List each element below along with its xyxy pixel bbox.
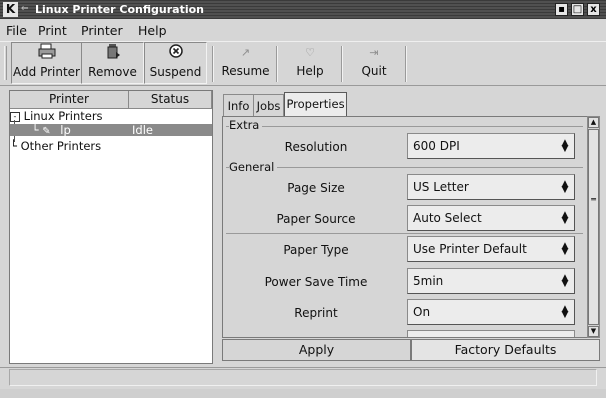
trash-icon: [82, 43, 143, 64]
help-label: Help: [296, 64, 324, 78]
printer-name: lp: [60, 123, 71, 137]
resume-label: Resume: [221, 64, 270, 78]
page-size-label: Page Size: [287, 181, 345, 195]
page-size-value: US Letter: [413, 180, 469, 194]
resolution-select[interactable]: 600 DPI ▲ ▼: [407, 133, 575, 159]
add-printer-button[interactable]: Add Printer: [11, 42, 82, 84]
remove-button[interactable]: Remove: [81, 42, 144, 84]
scroll-up-arrow-icon[interactable]: ▲: [588, 117, 599, 128]
window-bottom-border[interactable]: [0, 389, 606, 398]
maximize-icon[interactable]: □: [571, 3, 584, 16]
column-header-printer[interactable]: Printer: [10, 91, 129, 109]
resolution-value: 600 DPI: [413, 139, 460, 153]
scroll-down-arrow-icon[interactable]: ▼: [588, 326, 599, 337]
column-header-status[interactable]: Status: [129, 91, 212, 109]
printer-status: Idle: [132, 123, 153, 137]
suspend-button[interactable]: Suspend: [144, 42, 207, 84]
factory-defaults-button[interactable]: Factory Defaults: [411, 339, 600, 361]
add-printer-label: Add Printer: [13, 65, 80, 79]
toolbar-separator: [276, 46, 278, 82]
help-icon: ♡: [305, 46, 315, 59]
kde-logo-icon[interactable]: K: [3, 2, 18, 17]
updown-arrow-icon: ▲ ▼: [561, 138, 569, 154]
power-save-time-value: 5min: [413, 274, 444, 288]
tab-properties[interactable]: Properties: [284, 92, 347, 117]
menu-file[interactable]: File: [6, 24, 27, 38]
tree-row-printer[interactable]: └ ✎ lp Idle: [10, 123, 212, 137]
apply-button[interactable]: Apply: [222, 339, 411, 361]
resolution-label: Resolution: [284, 140, 348, 154]
tab-info[interactable]: Info: [223, 94, 254, 116]
remove-label: Remove: [88, 65, 137, 79]
printer-icon: [12, 43, 81, 64]
tree-group-label: Other Printers: [20, 139, 102, 153]
resume-arrow-icon: ↗: [240, 46, 251, 59]
updown-arrow-icon: ▲ ▼: [561, 273, 569, 289]
suspend-icon: [145, 43, 206, 64]
reprint-value: On: [413, 305, 431, 319]
quit-label: Quit: [361, 64, 387, 78]
tab-jobs[interactable]: Jobs: [253, 94, 284, 116]
quit-arrow-icon: ⇥: [369, 46, 379, 59]
printer-small-icon: ✎: [42, 126, 51, 137]
paper-source-label: Paper Source: [276, 212, 356, 226]
power-save-time-label: Power Save Time: [264, 275, 368, 289]
updown-arrow-icon: ▲ ▼: [561, 241, 569, 257]
tree-group-label: Linux Printers: [23, 109, 103, 123]
updown-arrow-icon: ▲ ▼: [561, 304, 569, 320]
group-general-label: General: [229, 161, 278, 173]
minimize-icon[interactable]: ▪: [555, 3, 568, 16]
toolbar-grip[interactable]: [4, 46, 7, 80]
paper-source-value: Auto Select: [413, 211, 482, 225]
updown-arrow-icon: ▲ ▼: [561, 179, 569, 195]
partial-select[interactable]: [407, 330, 575, 337]
toolbar-separator: [405, 46, 407, 82]
group-border: [226, 233, 583, 234]
paper-source-select[interactable]: Auto Select ▲ ▼: [407, 205, 575, 231]
power-save-time-select[interactable]: 5min ▲ ▼: [407, 268, 575, 294]
group-border: [226, 126, 583, 127]
reprint-label: Reprint: [294, 306, 338, 320]
paper-type-value: Use Printer Default: [413, 242, 527, 256]
status-field: [9, 369, 597, 386]
scroll-thumb[interactable]: ═: [588, 129, 599, 325]
resume-button[interactable]: ↗ Resume: [218, 42, 273, 84]
help-button[interactable]: ♡ Help: [282, 42, 338, 84]
tree-group-other-printers[interactable]: └ Other Printers: [10, 140, 212, 152]
menu-print[interactable]: Print: [38, 24, 67, 38]
window-title: Linux Printer Configuration: [35, 3, 205, 16]
suspend-label: Suspend: [149, 65, 202, 79]
paper-type-label: Paper Type: [283, 243, 349, 257]
toolbar-separator: [341, 46, 343, 82]
tree-group-linux-printers[interactable]: - Linux Printers: [10, 110, 212, 122]
quit-button[interactable]: ⇥ Quit: [346, 42, 402, 84]
menu-help[interactable]: Help: [138, 24, 167, 38]
close-icon[interactable]: x: [587, 3, 600, 16]
menu-printer[interactable]: Printer: [81, 24, 123, 38]
page-size-select[interactable]: US Letter ▲ ▼: [407, 174, 575, 200]
group-border: [226, 167, 583, 168]
paper-type-select[interactable]: Use Printer Default ▲ ▼: [407, 236, 575, 262]
tree-branch-line: └: [31, 123, 39, 137]
updown-arrow-icon: ▲ ▼: [561, 210, 569, 226]
toolbar-separator: [212, 46, 214, 82]
pin-icon: ⇐: [21, 4, 29, 14]
tree-branch-line: └: [10, 139, 17, 153]
tree-collapse-icon[interactable]: -: [10, 111, 20, 122]
reprint-select[interactable]: On ▲ ▼: [407, 299, 575, 325]
group-extra-label: Extra: [229, 119, 263, 131]
